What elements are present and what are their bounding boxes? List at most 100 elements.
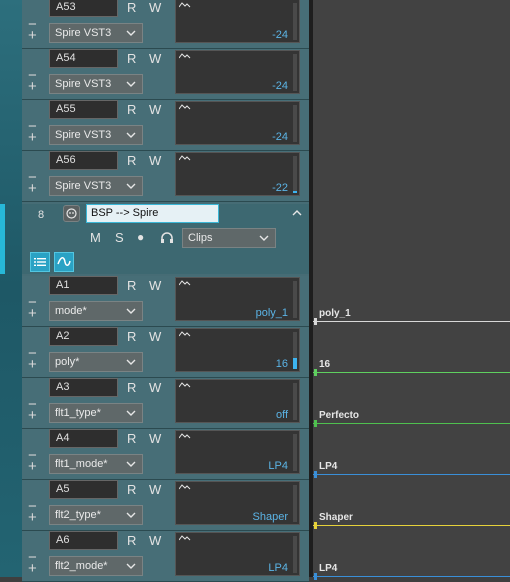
waveform-icon <box>179 53 191 59</box>
add-lane-button[interactable]: + <box>28 130 37 145</box>
envelope-scrollbar[interactable] <box>293 105 297 142</box>
automation-envelope[interactable]: -24 <box>175 101 300 145</box>
record-toggle[interactable]: R <box>127 278 136 293</box>
dropdown-label: Spire VST3 <box>55 129 112 141</box>
automation-envelope[interactable]: LP4 <box>175 430 300 474</box>
record-toggle[interactable]: R <box>127 380 136 395</box>
write-toggle[interactable]: W <box>149 482 161 497</box>
lane-id-field[interactable]: A2 <box>49 327 118 346</box>
write-toggle[interactable]: W <box>149 0 161 15</box>
automation-line <box>313 525 510 526</box>
envelope-scrollbar[interactable] <box>293 383 297 420</box>
automation-point[interactable] <box>314 522 317 529</box>
lane-id-field[interactable]: A53 <box>49 0 118 17</box>
headphones-icon[interactable] <box>160 231 174 247</box>
chevron-down-icon <box>126 81 136 87</box>
envelope-scrollbar[interactable] <box>293 3 297 40</box>
parameter-dropdown[interactable]: flt1_type* <box>49 403 143 423</box>
write-toggle[interactable]: W <box>149 329 161 344</box>
write-toggle[interactable]: W <box>149 380 161 395</box>
parameter-dropdown[interactable]: poly* <box>49 352 143 372</box>
envelope-scrollbar[interactable] <box>293 281 297 318</box>
automation-envelope[interactable]: -24 <box>175 50 300 94</box>
automation-envelope[interactable]: -22 <box>175 152 300 196</box>
list-view-icon[interactable] <box>30 252 50 272</box>
add-lane-button[interactable]: + <box>28 181 37 196</box>
envelope-value: -24 <box>272 80 288 92</box>
add-lane-button[interactable]: + <box>28 561 37 576</box>
write-toggle[interactable]: W <box>149 153 161 168</box>
timeline-lane: Shaper <box>313 480 510 531</box>
record-toggle[interactable]: R <box>127 431 136 446</box>
lane-id-field[interactable]: A54 <box>49 49 118 68</box>
add-lane-button[interactable]: + <box>28 357 37 372</box>
envelope-scrollbar[interactable] <box>293 536 297 573</box>
automation-curve-icon[interactable] <box>54 252 74 272</box>
lane-id-field[interactable]: A6 <box>49 531 118 550</box>
add-lane-button[interactable]: + <box>28 306 37 321</box>
device-dropdown[interactable]: Spire VST3 <box>49 176 143 196</box>
record-toggle[interactable]: R <box>127 102 136 117</box>
write-toggle[interactable]: W <box>149 51 161 66</box>
record-toggle[interactable]: R <box>127 482 136 497</box>
record-toggle[interactable]: R <box>127 0 136 15</box>
add-lane-button[interactable]: + <box>28 28 37 43</box>
lane-id-field[interactable]: A4 <box>49 429 118 448</box>
device-glyph <box>66 208 77 219</box>
group-name-input[interactable]: BSP --> Spire <box>86 204 219 223</box>
record-toggle[interactable]: R <box>127 533 136 548</box>
add-lane-button[interactable]: + <box>28 459 37 474</box>
add-lane-button[interactable]: + <box>28 79 37 94</box>
device-dropdown[interactable]: Spire VST3 <box>49 74 143 94</box>
lane-id-field[interactable]: A5 <box>49 480 118 499</box>
automation-envelope[interactable]: off <box>175 379 300 423</box>
parameter-dropdown[interactable]: flt1_mode* <box>49 454 143 474</box>
automation-envelope[interactable]: 16 <box>175 328 300 372</box>
write-toggle[interactable]: W <box>149 431 161 446</box>
track-panel: A53 R W − + Spire VST3 -24 A54 R W − + Spire VST3 -24… <box>0 0 309 582</box>
parameter-dropdown[interactable]: mode* <box>49 301 143 321</box>
automation-point[interactable] <box>314 471 317 478</box>
write-toggle[interactable]: W <box>149 278 161 293</box>
envelope-value: poly_1 <box>255 307 288 319</box>
track-lane: A54 R W − + Spire VST3 -24 <box>22 49 309 100</box>
envelope-scrollbar[interactable] <box>293 54 297 91</box>
mute-button[interactable]: M <box>90 230 101 245</box>
add-lane-button[interactable]: + <box>28 510 37 525</box>
lane-id-field[interactable]: A55 <box>49 100 118 119</box>
record-toggle[interactable]: R <box>127 153 136 168</box>
lane-id-field[interactable]: A3 <box>49 378 118 397</box>
device-dropdown[interactable]: Spire VST3 <box>49 125 143 145</box>
device-icon[interactable] <box>63 205 80 222</box>
envelope-scrollbar[interactable] <box>293 156 297 193</box>
lane-id-field[interactable]: A56 <box>49 151 118 170</box>
waveform-icon <box>179 484 191 490</box>
automation-point[interactable] <box>314 420 317 427</box>
record-toggle[interactable]: R <box>127 51 136 66</box>
automation-envelope[interactable]: poly_1 <box>175 277 300 321</box>
automation-point[interactable] <box>314 318 317 325</box>
view-dropdown[interactable]: Clips <box>182 228 276 248</box>
parameter-dropdown[interactable]: flt2_mode* <box>49 556 143 576</box>
envelope-scrollbar[interactable] <box>293 434 297 471</box>
parameter-dropdown[interactable]: flt2_type* <box>49 505 143 525</box>
timeline-lane: LP4 <box>313 429 510 480</box>
record-toggle[interactable]: R <box>127 329 136 344</box>
automation-envelope[interactable]: LP4 <box>175 532 300 576</box>
automation-envelope[interactable]: -24 <box>175 0 300 43</box>
chevron-up-icon[interactable] <box>292 207 302 219</box>
envelope-value: -24 <box>272 29 288 41</box>
solo-button[interactable]: S <box>115 230 124 245</box>
chevron-down-icon <box>126 410 136 416</box>
dropdown-label: mode* <box>55 305 87 317</box>
write-toggle[interactable]: W <box>149 533 161 548</box>
lane-id-field[interactable]: A1 <box>49 276 118 295</box>
add-lane-button[interactable]: + <box>28 408 37 423</box>
automation-envelope[interactable]: Shaper <box>175 481 300 525</box>
record-arm-button[interactable]: ● <box>137 230 144 245</box>
envelope-scrollbar[interactable] <box>293 485 297 522</box>
waveform-icon <box>179 280 191 286</box>
device-dropdown[interactable]: Spire VST3 <box>49 23 143 43</box>
write-toggle[interactable]: W <box>149 102 161 117</box>
automation-point[interactable] <box>314 369 317 376</box>
